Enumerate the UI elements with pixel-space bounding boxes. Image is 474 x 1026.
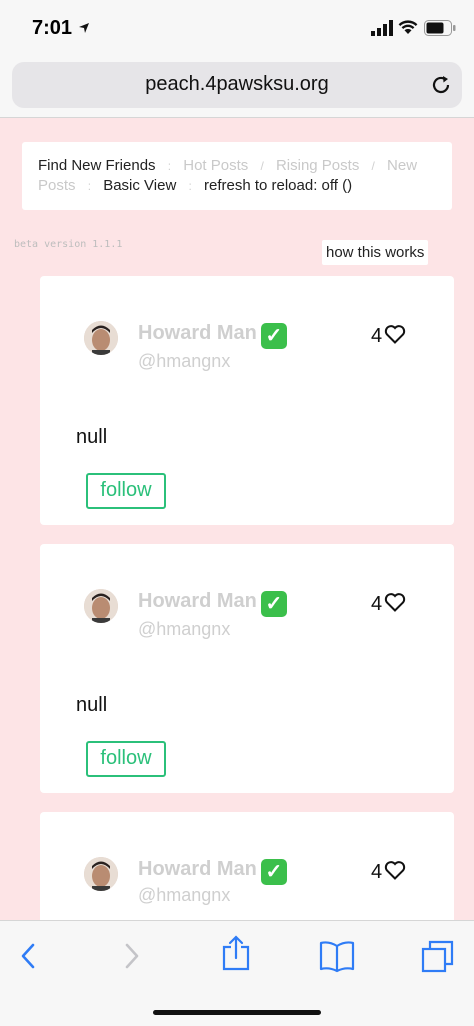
like-counter[interactable]: 4 [371, 324, 406, 348]
nav-hot-posts[interactable]: Hot Posts [183, 157, 248, 174]
like-count: 4 [371, 861, 383, 883]
reload-icon[interactable] [430, 74, 452, 96]
how-this-works-button[interactable]: how this works [322, 240, 429, 265]
like-count: 4 [371, 325, 383, 347]
nav-menu: Find New Friends : Hot Posts / Rising Po… [22, 142, 452, 210]
share-icon[interactable] [221, 935, 251, 971]
like-counter[interactable]: 4 [371, 860, 406, 884]
author-handle[interactable]: @hmangnx [138, 351, 230, 372]
battery-icon [424, 20, 456, 36]
post-text: null [76, 426, 108, 448]
wifi-icon [398, 20, 418, 34]
post-card: Howard Man ✓ @hmangnx 4 null follow [40, 276, 454, 525]
status-time: 7:01 [32, 17, 73, 39]
heart-icon[interactable] [384, 324, 406, 344]
signal-icon [371, 20, 393, 36]
forward-icon[interactable] [122, 939, 142, 973]
post-text: null [76, 694, 108, 716]
status-bar: 7:01 [0, 0, 474, 58]
verified-check-icon: ✓ [260, 323, 287, 349]
address-bar-area: peach.4pawsksu.org [0, 58, 474, 118]
author-name[interactable]: Howard Man [138, 590, 257, 612]
author-name[interactable]: Howard Man [138, 858, 257, 880]
like-counter[interactable]: 4 [371, 592, 406, 616]
author-name-row: Howard Man ✓ [138, 322, 287, 349]
bookmarks-icon[interactable] [318, 939, 356, 973]
nav-separator: : [188, 179, 192, 193]
url-text: peach.4pawsksu.org [145, 73, 329, 95]
nav-new-posts-cont[interactable]: Posts [38, 177, 76, 194]
beta-version-label: beta version 1.1.1 [14, 239, 123, 250]
nav-separator: / [260, 159, 264, 173]
author-handle[interactable]: @hmangnx [138, 619, 230, 640]
nav-separator: : [167, 159, 172, 173]
like-count: 4 [371, 593, 383, 615]
heart-icon[interactable] [384, 592, 406, 612]
avatar[interactable] [84, 857, 118, 891]
author-name-row: Howard Man ✓ [138, 858, 287, 885]
nav-separator: / [371, 159, 375, 173]
post-card: Howard Man ✓ @hmangnx 4 [40, 812, 454, 932]
nav-find-new-friends[interactable]: Find New Friends [38, 157, 156, 174]
avatar[interactable] [84, 321, 118, 355]
verified-check-icon: ✓ [260, 591, 287, 617]
heart-icon[interactable] [384, 860, 406, 880]
tabs-icon[interactable] [421, 939, 455, 973]
nav-new-posts[interactable]: New [387, 157, 417, 174]
back-icon[interactable] [18, 939, 38, 973]
author-name[interactable]: Howard Man [138, 322, 257, 344]
nav-separator: : [87, 179, 92, 193]
follow-button[interactable]: follow [86, 741, 166, 777]
nav-basic-view[interactable]: Basic View [103, 177, 176, 194]
address-bar[interactable]: peach.4pawsksu.org [12, 62, 462, 108]
home-indicator[interactable] [153, 1010, 321, 1015]
location-arrow-icon [79, 23, 89, 33]
follow-button[interactable]: follow [86, 473, 166, 509]
verified-check-icon: ✓ [260, 859, 287, 885]
post-card: Howard Man ✓ @hmangnx 4 null follow [40, 544, 454, 793]
avatar[interactable] [84, 589, 118, 623]
nav-refresh-toggle[interactable]: refresh to reload: off () [204, 177, 352, 194]
nav-rising-posts[interactable]: Rising Posts [276, 157, 359, 174]
author-handle[interactable]: @hmangnx [138, 885, 230, 906]
author-name-row: Howard Man ✓ [138, 590, 287, 617]
